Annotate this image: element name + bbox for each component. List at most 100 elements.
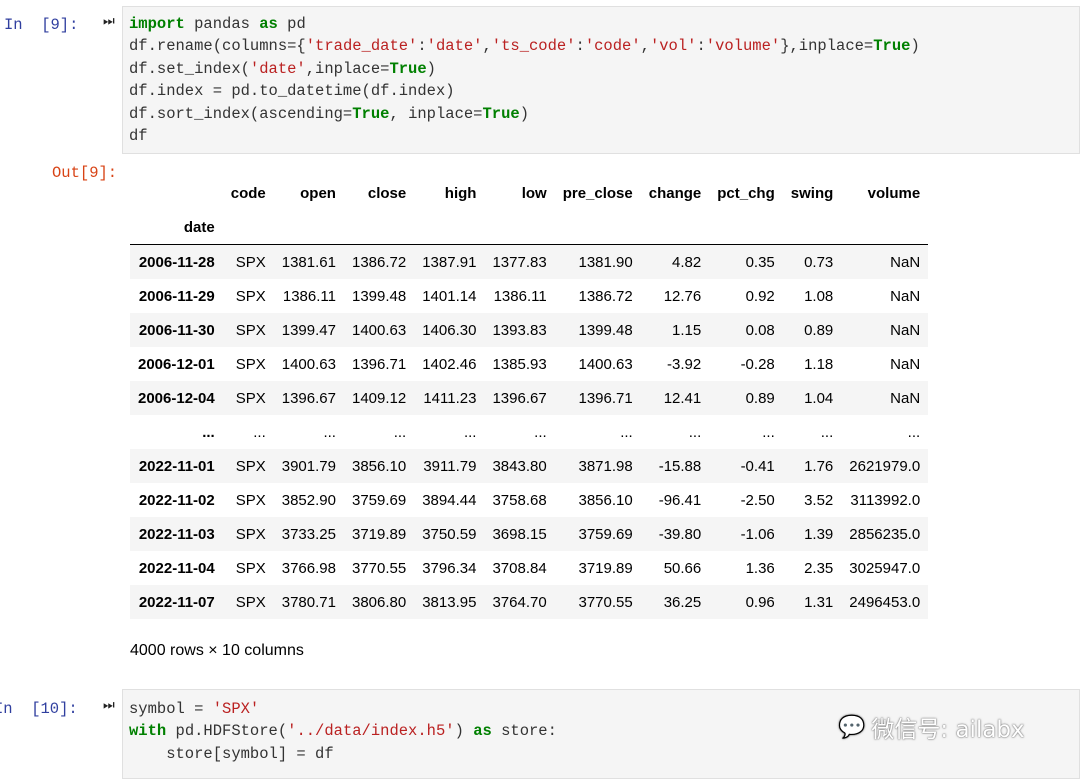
table-cell: 1400.63 bbox=[578, 355, 633, 373]
table-cell: 0.08 bbox=[745, 321, 775, 339]
table-row: 2006-11-28 SPX 1381.61 1386.72 1387.91 1377.8… bbox=[130, 244, 929, 279]
row-index: 2022-11-07 bbox=[138, 593, 215, 611]
table-cell: SPX bbox=[235, 253, 266, 271]
code-token: ) bbox=[910, 37, 920, 56]
watermark: 💬 微信号: ailabx bbox=[838, 710, 1025, 744]
table-cell: 0.92 bbox=[745, 287, 775, 305]
run-cell-icon[interactable]: ⏭ bbox=[103, 698, 115, 713]
table-cell: 0.89 bbox=[745, 389, 775, 407]
table-cell: 1396.71 bbox=[578, 389, 633, 407]
table-cell: 0.35 bbox=[745, 253, 775, 271]
code-editor[interactable]: symbol = 'SPX' with pd.HDFStore('../data/… bbox=[129, 698, 557, 765]
table-row: 2006-12-04 SPX 1396.67 1409.12 1411.23 1396.6… bbox=[130, 381, 929, 415]
table-cell: 1409.12 bbox=[351, 389, 407, 407]
table-cell: 4.82 bbox=[672, 253, 702, 271]
table-cell: 3796.34 bbox=[422, 559, 477, 577]
table-cell: 1387.91 bbox=[422, 253, 477, 271]
table-cell: 1.36 bbox=[745, 559, 775, 577]
code-token: ) bbox=[426, 59, 436, 78]
table-cell: 1386.11 bbox=[493, 287, 547, 305]
table-cell: 1.15 bbox=[672, 321, 702, 339]
code-token: store: bbox=[491, 722, 557, 741]
table-cell: 3856.10 bbox=[351, 457, 407, 475]
table-cell: ... bbox=[463, 423, 477, 441]
table-cell: -96.41 bbox=[658, 491, 702, 509]
table-cell: 1.04 bbox=[804, 389, 834, 407]
code-token: '../data/index.h5' bbox=[287, 722, 455, 741]
table-cell: -39.80 bbox=[658, 525, 702, 543]
table-cell: 1400.63 bbox=[281, 355, 336, 373]
table-cell: -0.41 bbox=[740, 457, 775, 475]
code-token: 'volume' bbox=[705, 37, 781, 56]
column-header: low bbox=[521, 184, 547, 202]
table-cell: 12.76 bbox=[663, 287, 702, 305]
row-index: 2006-12-01 bbox=[138, 355, 215, 373]
table-cell: -15.88 bbox=[658, 457, 702, 475]
table-cell: 1.08 bbox=[804, 287, 834, 305]
table-row: 2022-11-02 SPX 3852.90 3759.69 3894.44 3758.6… bbox=[130, 483, 928, 517]
table-cell: SPX bbox=[235, 355, 266, 373]
code-cell-9[interactable]: import pandas as pd df.rename(columns={'t… bbox=[122, 6, 1080, 154]
table-cell: -3.92 bbox=[667, 355, 702, 373]
table-cell: ... bbox=[534, 423, 547, 441]
table-cell: 3113992.0 bbox=[850, 491, 921, 509]
cell-9-prompt: In [9]: bbox=[4, 16, 79, 34]
table-cell: 3759.69 bbox=[351, 491, 407, 509]
code-token: 'date' bbox=[249, 59, 306, 78]
run-cell-icon[interactable]: ⏭ bbox=[103, 14, 115, 29]
index-header-row: date bbox=[130, 210, 929, 245]
code-line: df.index = pd.to_datetime(df.index) bbox=[129, 80, 920, 102]
table-cell: 1.18 bbox=[804, 355, 834, 373]
code-token: True bbox=[482, 104, 520, 123]
wechat-icon: 💬 bbox=[838, 714, 866, 740]
table-cell: SPX bbox=[235, 559, 266, 577]
table-cell: 3.52 bbox=[804, 491, 834, 509]
index-header-empty bbox=[841, 210, 929, 245]
index-header-empty bbox=[554, 210, 641, 245]
code-token: , bbox=[640, 37, 650, 56]
row-index: 2022-11-01 bbox=[138, 457, 215, 475]
column-header-row: code open close high low pre_close change pct_c… bbox=[130, 176, 928, 210]
table-cell: 3766.98 bbox=[281, 559, 336, 577]
table-cell: 3758.68 bbox=[492, 491, 547, 509]
index-name: date bbox=[130, 210, 223, 245]
table-cell: ... bbox=[688, 423, 702, 441]
table-cell: 0.89 bbox=[804, 321, 834, 339]
table-cell: NaN bbox=[890, 355, 921, 373]
code-token: df bbox=[129, 127, 148, 146]
table-cell: 3856.10 bbox=[578, 491, 633, 509]
code-token: store[symbol] = df bbox=[129, 744, 334, 763]
column-header: code bbox=[230, 184, 266, 202]
table-cell: 1385.93 bbox=[492, 355, 547, 373]
table-cell: 3708.84 bbox=[492, 559, 547, 577]
table-row: 2006-11-30 SPX 1399.47 1400.63 1406.30 1393.8… bbox=[130, 313, 929, 347]
table-cell: 3894.44 bbox=[422, 491, 477, 509]
table-row: 2006-12-01 SPX 1400.63 1396.71 1402.46 1385.9… bbox=[130, 347, 928, 381]
table-cell: 1386.72 bbox=[578, 287, 633, 305]
table-cell: 3733.25 bbox=[281, 525, 336, 543]
dataframe-table: code open close high low pre_close change pct_c… bbox=[130, 176, 929, 619]
code-token: with bbox=[129, 722, 167, 741]
row-index: 2022-11-04 bbox=[138, 559, 215, 577]
code-token: 'ts_code' bbox=[491, 37, 576, 56]
index-header-empty bbox=[709, 210, 783, 245]
code-token: True bbox=[389, 59, 427, 78]
table-cell: 3698.15 bbox=[492, 525, 547, 543]
table-cell: SPX bbox=[235, 321, 266, 339]
code-token: df.index = pd.to_datetime(df.index) bbox=[129, 82, 455, 101]
code-line: import pandas as pd bbox=[129, 13, 920, 35]
row-index: ... bbox=[202, 423, 215, 441]
code-line: store[symbol] = df bbox=[129, 743, 557, 765]
table-cell: 2496453.0 bbox=[849, 593, 921, 611]
table-cell: 1381.61 bbox=[281, 253, 336, 271]
table-cell: 3806.80 bbox=[351, 593, 407, 611]
column-header: swing bbox=[790, 184, 834, 202]
code-editor[interactable]: import pandas as pd df.rename(columns={'t… bbox=[129, 13, 920, 147]
code-token: df.set_index( bbox=[129, 59, 250, 78]
table-cell: 1406.30 bbox=[422, 321, 477, 339]
table-cell: 1399.47 bbox=[281, 321, 336, 339]
code-token: pd.HDFStore( bbox=[166, 722, 288, 741]
table-cell: 3750.59 bbox=[422, 525, 477, 543]
row-index: 2022-11-03 bbox=[138, 525, 215, 543]
table-cell: 3911.79 bbox=[423, 457, 477, 475]
